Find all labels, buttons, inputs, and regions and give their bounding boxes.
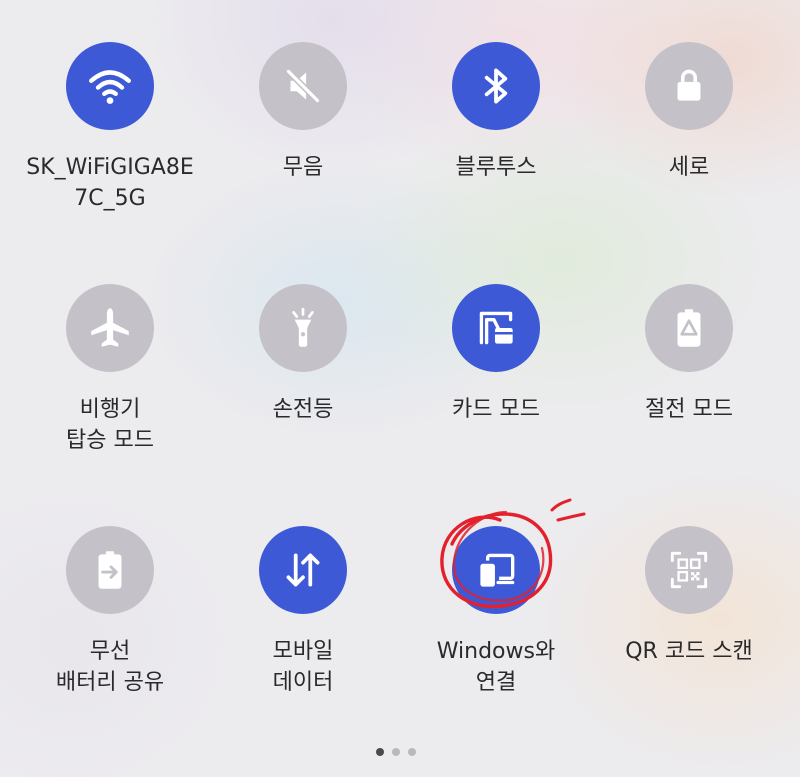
- tile-label: SK_WiFiGIGA8E 7C_5G: [26, 155, 194, 211]
- page-dot-active[interactable]: [376, 748, 384, 756]
- qr-scan-icon: [670, 551, 708, 589]
- link-to-windows-icon: [480, 553, 515, 587]
- portrait-lock-icon: [677, 69, 701, 101]
- power-saving-icon: [677, 309, 701, 347]
- tile-card-mode[interactable]: 카드 모드: [401, 284, 591, 425]
- tile-wifi[interactable]: SK_WiFiGIGA8E 7C_5G: [15, 42, 205, 214]
- wireless-battery-share-icon: [98, 551, 122, 589]
- airplane-mode-toggle[interactable]: [66, 284, 154, 372]
- mute-toggle[interactable]: [259, 42, 347, 130]
- tile-qr-scan[interactable]: QR 코드 스캔: [594, 526, 784, 667]
- tile-power-saving[interactable]: 절전 모드: [594, 284, 784, 425]
- page-dot[interactable]: [408, 748, 416, 756]
- tile-label: 세로: [668, 155, 710, 180]
- tile-label: 무선 배터리 공유: [55, 639, 165, 695]
- tile-label: 모바일 데이터: [272, 639, 334, 695]
- tile-label: 블루투스: [455, 155, 537, 180]
- tile-wireless-battery-share[interactable]: 무선 배터리 공유: [15, 526, 205, 698]
- tile-label: QR 코드 스캔: [625, 639, 753, 664]
- tile-label: 비행기 탑승 모드: [66, 397, 154, 453]
- tile-link-to-windows[interactable]: Windows와 연결: [401, 526, 591, 698]
- card-mode-toggle[interactable]: [452, 284, 540, 372]
- card-mode-icon: [479, 311, 513, 345]
- tile-label: 무음: [282, 155, 324, 180]
- link-to-windows-toggle[interactable]: [452, 526, 540, 614]
- tile-label: Windows와 연결: [436, 639, 556, 695]
- tile-mute[interactable]: 무음: [208, 42, 398, 183]
- tile-label: 카드 모드: [452, 397, 540, 422]
- tile-flashlight[interactable]: 손전등: [208, 284, 398, 425]
- page-indicator[interactable]: [376, 748, 416, 756]
- bluetooth-toggle[interactable]: [452, 42, 540, 130]
- tile-mobile-data[interactable]: 모바일 데이터: [208, 526, 398, 698]
- power-saving-toggle[interactable]: [645, 284, 733, 372]
- page-dot[interactable]: [392, 748, 400, 756]
- tile-bluetooth[interactable]: 블루투스: [401, 42, 591, 183]
- flashlight-toggle[interactable]: [259, 284, 347, 372]
- wireless-battery-share-toggle[interactable]: [66, 526, 154, 614]
- tile-portrait[interactable]: 세로: [594, 42, 784, 183]
- tile-airplane-mode[interactable]: 비행기 탑승 모드: [15, 284, 205, 456]
- portrait-toggle[interactable]: [645, 42, 733, 130]
- mute-icon: [285, 68, 321, 104]
- flashlight-icon: [292, 307, 314, 347]
- tile-label: 손전등: [272, 397, 334, 422]
- wifi-icon: [89, 70, 131, 104]
- bluetooth-icon: [484, 68, 508, 104]
- mobile-data-icon: [286, 553, 320, 587]
- wifi-toggle[interactable]: [66, 42, 154, 130]
- mobile-data-toggle[interactable]: [259, 526, 347, 614]
- qr-scan-toggle[interactable]: [645, 526, 733, 614]
- tile-label: 절전 모드: [645, 397, 733, 422]
- airplane-icon: [91, 308, 129, 347]
